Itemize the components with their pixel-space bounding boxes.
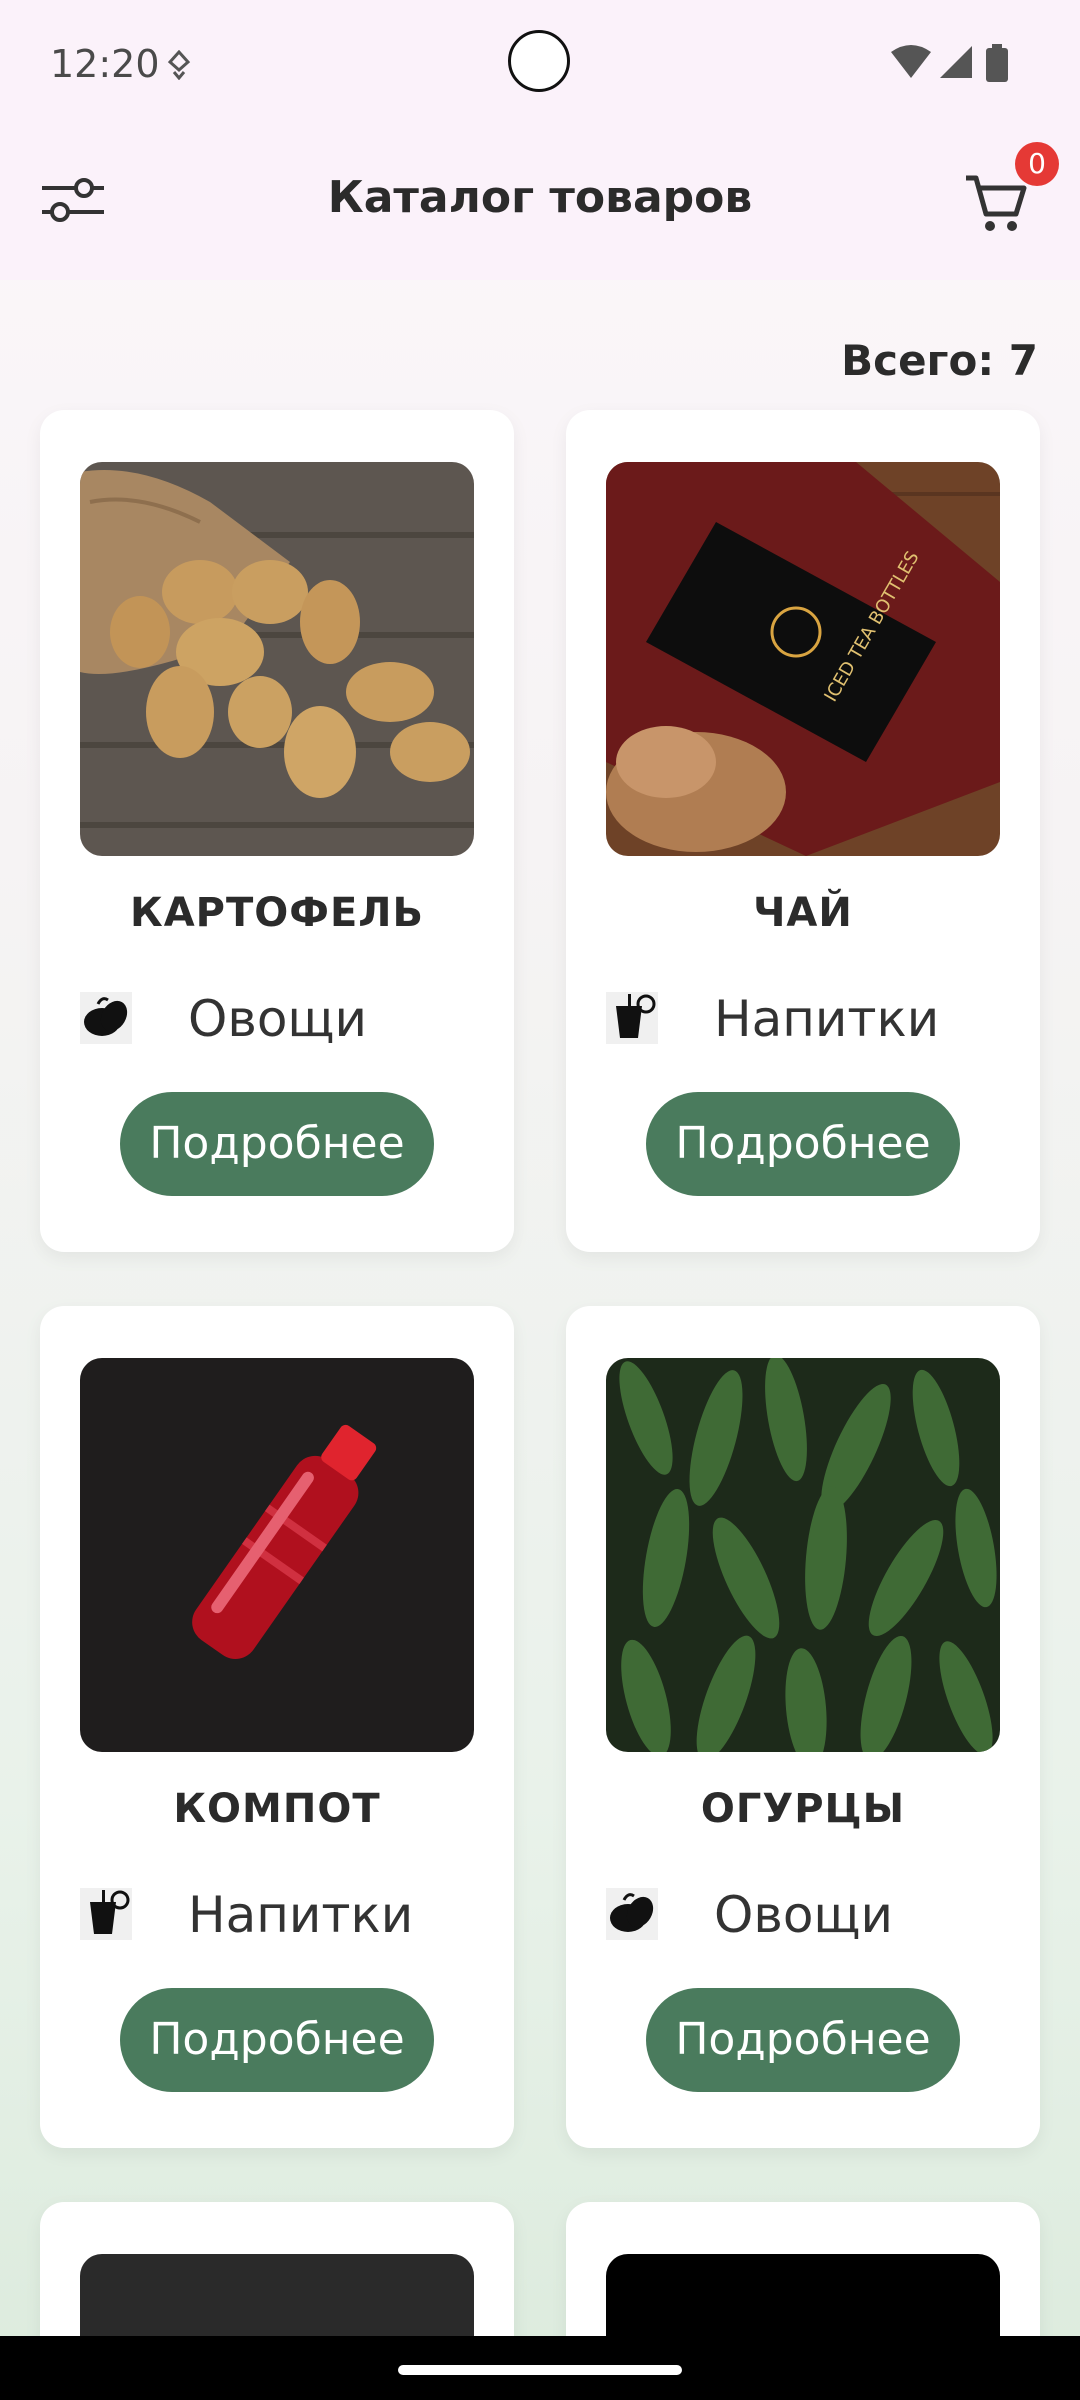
cart-count-badge: 0 [1015,142,1059,186]
product-name: ЧАЙ [753,890,853,936]
details-button[interactable]: Подробнее [646,1988,960,2092]
details-button[interactable]: Подробнее [120,1988,434,2092]
vegetables-icon [606,1888,658,1940]
page-title: Каталог товаров [327,172,753,223]
notification-icon [167,50,191,80]
product-image-tea: ICED TEA BOTTLES [606,462,1000,856]
details-button[interactable]: Подробнее [646,1092,960,1196]
total-count: Всего: 7 [841,336,1038,385]
product-card: ICED TEA BOTTLES ЧАЙ Напитки Подробнее [566,410,1040,1252]
product-image-cucumbers [606,1358,1000,1752]
product-name: КОМПОТ [173,1786,381,1832]
product-card: КАРТОФЕЛЬ Овощи Подробнее [40,410,514,1252]
drinks-icon [606,992,658,1044]
product-category: Напитки [714,990,940,1048]
drinks-icon [80,1888,132,1940]
product-category: Овощи [188,990,368,1048]
product-category: Овощи [714,1886,894,1944]
vegetables-icon [80,992,132,1044]
details-button[interactable]: Подробнее [120,1092,434,1196]
signal-icon [940,46,972,78]
front-camera [508,30,570,92]
product-category: Напитки [188,1886,414,1944]
product-image-compote [80,1358,474,1752]
battery-icon [986,44,1008,82]
product-card: КОМПОТ Напитки Подробнее [40,1306,514,2148]
product-name: КАРТОФЕЛЬ [130,890,424,936]
product-image-potato [80,462,474,856]
status-time: 12:20 [50,42,160,86]
home-gesture-handle[interactable] [398,2365,682,2375]
product-name: ОГУРЦЫ [700,1786,906,1832]
product-card: ОГУРЦЫ Овощи Подробнее [566,1306,1040,2148]
wifi-icon [891,45,931,78]
